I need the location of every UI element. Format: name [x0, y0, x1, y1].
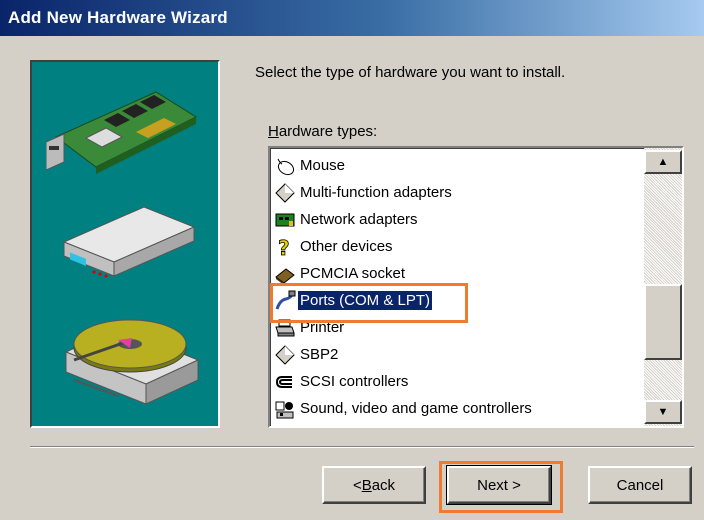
- hardware-types-label-accesskey: H: [268, 123, 279, 140]
- wizard-illustration: [30, 60, 220, 428]
- network-adapter-icon: [275, 213, 295, 226]
- expansion-card-icon: [46, 91, 198, 174]
- next-button[interactable]: Next >: [446, 465, 552, 505]
- list-item-scsi-controllers[interactable]: SCSI controllers: [272, 368, 646, 395]
- hardware-types-items: Mouse Multi-function adapters Network ad…: [272, 152, 646, 422]
- port-cable-icon: [275, 290, 296, 310]
- printer-icon: [275, 319, 295, 336]
- list-item-mouse[interactable]: Mouse: [272, 152, 646, 179]
- scroll-down-button[interactable]: ▼: [644, 400, 682, 424]
- arrow-down-icon: ▼: [657, 406, 669, 418]
- scrollbar-thumb[interactable]: [644, 284, 682, 360]
- sound-video-icon: [275, 401, 294, 418]
- pcmcia-icon: [275, 267, 295, 285]
- list-item-multi-function-adapters[interactable]: Multi-function adapters: [272, 179, 646, 206]
- list-item-ports-com-lpt[interactable]: Ports (COM & LPT): [272, 287, 646, 314]
- separator: [30, 446, 694, 448]
- list-item-sbp2[interactable]: SBP2: [272, 341, 646, 368]
- list-item-network-adapters[interactable]: Network adapters: [272, 206, 646, 233]
- instruction-text: Select the type of hardware you want to …: [255, 64, 566, 81]
- back-button[interactable]: < Back: [322, 466, 426, 504]
- listbox-scrollbar[interactable]: ▲ ▼: [644, 148, 682, 426]
- title-bar: Add New Hardware Wizard: [0, 0, 704, 36]
- modem-icon: [62, 206, 196, 278]
- arrow-up-icon: ▲: [657, 156, 669, 168]
- list-item-other-devices[interactable]: ? Other devices: [272, 233, 646, 260]
- list-item-pcmcia-socket[interactable]: PCMCIA socket: [272, 260, 646, 287]
- scroll-up-button[interactable]: ▲: [644, 150, 682, 174]
- hardware-types-label: Hardware types:: [268, 123, 377, 140]
- question-mark-icon: ?: [278, 236, 290, 258]
- hardware-types-label-rest: ardware types:: [278, 123, 378, 140]
- diamond-device-icon: [275, 182, 295, 203]
- list-item-sound-video-game[interactable]: Sound, video and game controllers: [272, 395, 646, 422]
- mouse-icon: [277, 158, 295, 175]
- list-item-printer[interactable]: Printer: [272, 314, 646, 341]
- svg-text:?: ?: [278, 236, 290, 258]
- disk-drive-icon: [64, 319, 200, 405]
- diamond-device-icon: [275, 344, 295, 365]
- window-title: Add New Hardware Wizard: [8, 8, 228, 27]
- scsi-icon: [275, 375, 292, 388]
- cancel-button[interactable]: Cancel: [588, 466, 692, 504]
- hardware-types-listbox[interactable]: Mouse Multi-function adapters Network ad…: [268, 146, 684, 428]
